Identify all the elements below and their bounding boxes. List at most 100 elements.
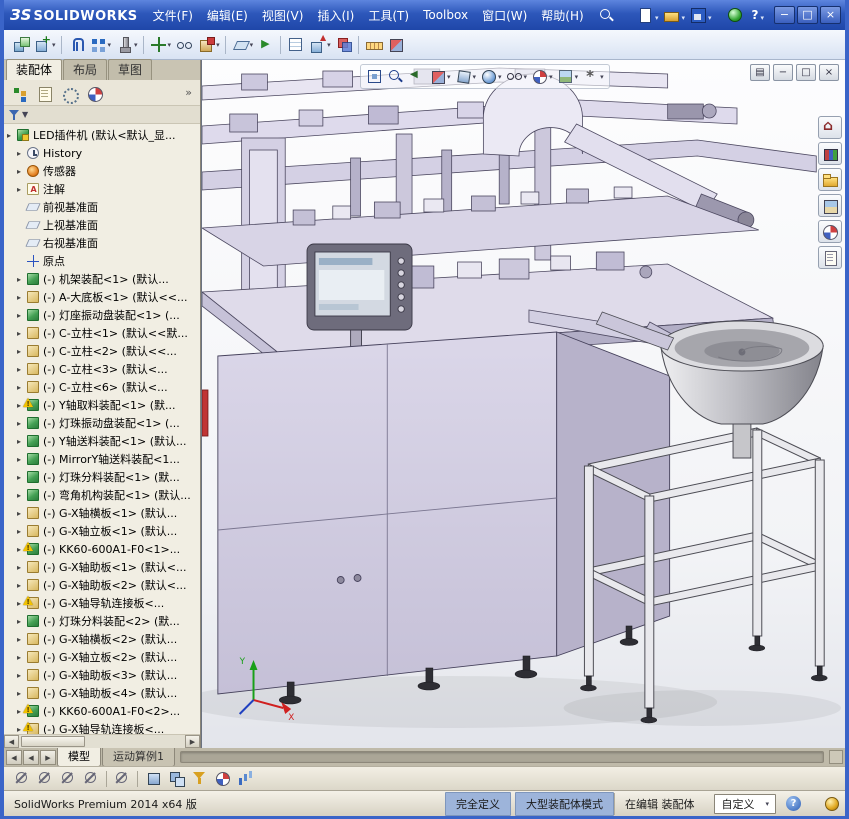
tree-item[interactable]: ▸ (-) G-X轴助板<1> (默认<... [4, 558, 200, 576]
search-icon[interactable] [597, 6, 615, 24]
view-tool-button[interactable]: ▾ [479, 67, 503, 86]
document-window-button[interactable]: − [773, 64, 793, 81]
expand-arrow-icon[interactable]: ▸ [17, 617, 27, 626]
tree-filter-bar[interactable]: ▼ [4, 106, 200, 124]
property-manager-icon[interactable] [33, 83, 55, 103]
expand-arrow-icon[interactable]: ▸ [17, 653, 27, 662]
view-tool-button[interactable]: ▾ [505, 67, 529, 86]
dropdown-arrow-icon[interactable]: ▾ [216, 41, 220, 49]
tree-item[interactable]: ▸ (-) 灯珠振动盘装配<1> (... [4, 414, 200, 432]
tree-item[interactable]: ▸ (-) 灯珠分料装配<2> (默... [4, 612, 200, 630]
expand-arrow-icon[interactable]: ▸ [17, 311, 27, 320]
tree-item[interactable]: ▸ (-) C-立柱<1> (默认<<默... [4, 324, 200, 342]
custom-dropdown[interactable]: 自定义 ▾ [714, 793, 776, 814]
menu-item[interactable]: 插入(I) [310, 0, 361, 30]
3d-contentcentral-icon[interactable] [727, 8, 742, 22]
expand-arrow-icon[interactable]: ▸ [17, 473, 27, 482]
tree-item[interactable]: ▸ (-) Y轴取料装配<1> (默... [4, 396, 200, 414]
quick-access-button[interactable]: ▾ [688, 5, 714, 25]
help-dropdown-icon[interactable]: ▾ [760, 14, 764, 22]
filter-toolbar-button[interactable] [58, 768, 79, 789]
toolbar-button[interactable]: ▾ [114, 33, 140, 57]
tree-item[interactable]: ▸ (-) C-立柱<3> (默认<... [4, 360, 200, 378]
toolbar-button[interactable]: ▾ [307, 33, 333, 57]
dropdown-arrow-icon[interactable]: ▾ [108, 41, 112, 49]
tree-item[interactable]: ▸ LED插件机 (默认<默认_显... [4, 126, 200, 144]
expand-arrow-icon[interactable]: ▸ [17, 581, 27, 590]
filter-toolbar-button[interactable] [235, 768, 256, 789]
panel-expand-chevron[interactable]: » [181, 86, 196, 99]
filter-toolbar-button[interactable] [189, 768, 210, 789]
menu-item[interactable]: Toolbox [416, 0, 475, 30]
tree-item[interactable]: ▸ (-) KK60-600A1-F0<2>... [4, 702, 200, 720]
dropdown-arrow-icon[interactable]: ▾ [575, 73, 579, 81]
maximize-button[interactable]: □ [797, 6, 818, 24]
toolbar-button[interactable]: ▾ [334, 33, 355, 57]
filter-toolbar-button[interactable] [135, 768, 141, 789]
dropdown-arrow-icon[interactable]: ▾ [134, 41, 138, 49]
tree-item[interactable]: ▸ (-) 灯座振动盘装配<1> (... [4, 306, 200, 324]
close-button[interactable]: × [820, 6, 841, 24]
toolbar-button[interactable]: ▾ [10, 33, 31, 57]
expand-arrow-icon[interactable]: ▸ [17, 167, 27, 176]
filter-toolbar-button[interactable] [112, 768, 133, 789]
toolbar-button[interactable]: ▾ [59, 33, 65, 57]
quick-access-button[interactable]: ▾ [635, 5, 661, 25]
dropdown-arrow-icon[interactable]: ▾ [473, 73, 477, 81]
expand-arrow-icon[interactable]: ▸ [17, 455, 27, 464]
filter-dropdown-icon[interactable]: ▼ [22, 110, 28, 119]
task-pane-button[interactable] [818, 116, 842, 139]
document-tab[interactable]: 模型 [57, 746, 101, 767]
expand-arrow-icon[interactable]: ▸ [17, 437, 27, 446]
toolbar-button[interactable]: ▾ [278, 33, 284, 57]
tree-item[interactable]: ▸ (-) G-X轴横板<1> (默认... [4, 504, 200, 522]
dropdown-arrow-icon[interactable]: ▾ [655, 14, 659, 22]
tree-item[interactable]: ▸ (-) C-立柱<6> (默认<... [4, 378, 200, 396]
toolbar-button[interactable]: ▾ [223, 33, 229, 57]
view-tool-button[interactable]: ▾ [454, 67, 478, 86]
document-window-button[interactable]: □ [796, 64, 816, 81]
view-tool-button[interactable]: ▾ [365, 67, 384, 86]
expand-arrow-icon[interactable]: ▸ [17, 689, 27, 698]
panel-tab[interactable]: 布局 [63, 59, 108, 80]
expand-arrow-icon[interactable]: ▸ [17, 491, 27, 500]
view-tool-button[interactable]: ▾ [428, 67, 452, 86]
tree-item[interactable]: ▸ History [4, 144, 200, 162]
display-manager-icon[interactable] [83, 83, 105, 103]
panel-tab[interactable]: 草图 [108, 59, 153, 80]
document-window-button[interactable]: × [819, 64, 839, 81]
tree-item[interactable]: ▸ (-) C-立柱<2> (默认<<... [4, 342, 200, 360]
dropdown-arrow-icon[interactable]: ▾ [708, 14, 712, 22]
3d-model-view[interactable]: Y X [202, 60, 845, 748]
dropdown-arrow-icon[interactable]: ▾ [250, 41, 254, 49]
tree-item[interactable]: ▸ 前视基准面 [4, 198, 200, 216]
filter-toolbar-button[interactable] [12, 768, 33, 789]
filter-toolbar-button[interactable] [81, 768, 102, 789]
filter-toolbar-button[interactable] [166, 768, 187, 789]
document-window-button[interactable]: ▤ [750, 64, 770, 81]
expand-arrow-icon[interactable]: ▸ [17, 419, 27, 428]
toolbar-button[interactable]: ▾ [196, 33, 222, 57]
filter-toolbar-button[interactable] [35, 768, 56, 789]
tree-item[interactable]: ▸ 右视基准面 [4, 234, 200, 252]
dropdown-arrow-icon[interactable]: ▾ [524, 73, 528, 81]
view-tool-button[interactable]: ▾ [530, 67, 554, 86]
toolbar-button[interactable]: ▾ [174, 33, 195, 57]
status-help-button[interactable]: ? [786, 796, 801, 811]
dropdown-arrow-icon[interactable]: ▾ [52, 41, 56, 49]
menu-item[interactable]: 文件(F) [146, 0, 200, 30]
expand-arrow-icon[interactable]: ▸ [17, 527, 27, 536]
view-tool-button[interactable]: ▾ [407, 67, 426, 86]
tree-item[interactable]: ▸ (-) G-X轴立板<2> (默认... [4, 648, 200, 666]
expand-arrow-icon[interactable]: ▸ [17, 347, 27, 356]
task-pane-button[interactable] [818, 194, 842, 217]
scrollbar-track[interactable] [19, 735, 185, 748]
toolbar-button[interactable]: ▾ [66, 33, 87, 57]
menu-item[interactable]: 编辑(E) [200, 0, 255, 30]
tab-bar-scroll-track[interactable] [180, 751, 824, 763]
menu-item[interactable]: 窗口(W) [475, 0, 534, 30]
expand-arrow-icon[interactable]: ▸ [7, 131, 17, 140]
expand-arrow-icon[interactable]: ▸ [17, 293, 27, 302]
expand-arrow-icon[interactable]: ▸ [17, 185, 27, 194]
task-pane-button[interactable] [818, 220, 842, 243]
